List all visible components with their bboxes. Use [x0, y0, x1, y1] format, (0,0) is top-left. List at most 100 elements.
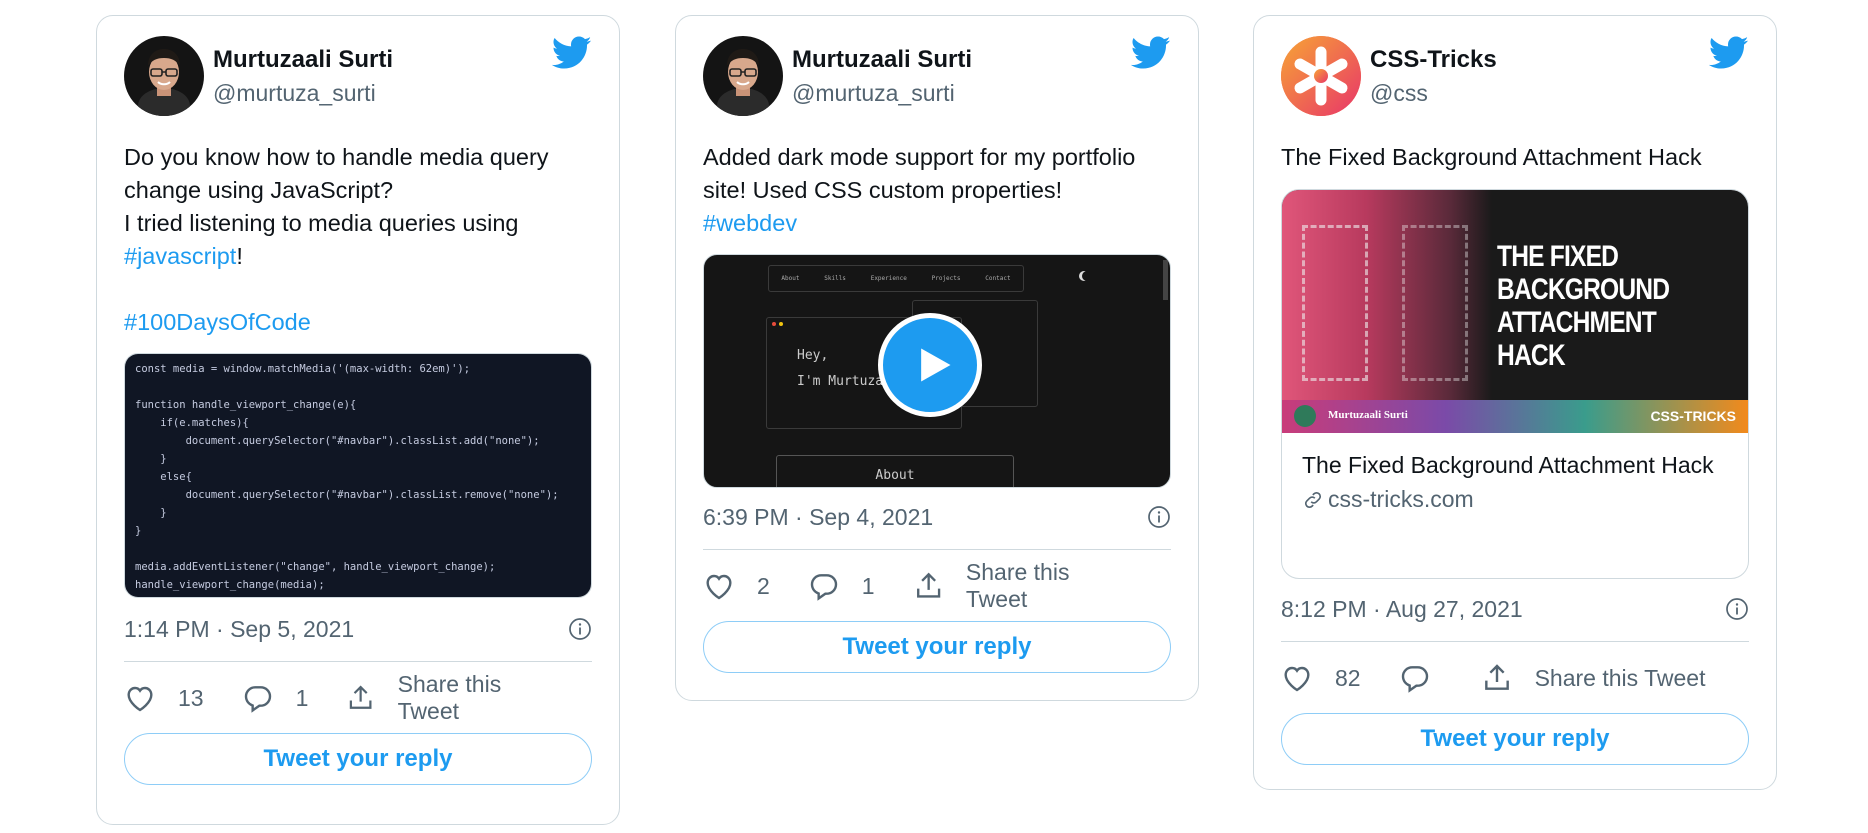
like-count: 82	[1335, 664, 1361, 691]
info-icon[interactable]	[568, 617, 592, 641]
share-button[interactable]: Share this Tweet	[1481, 662, 1706, 694]
video-hey-text: Hey,	[797, 348, 829, 363]
moon-icon	[1082, 271, 1092, 281]
tweet-card-3[interactable]: CSS-Tricks @css The Fixed Background Att…	[1253, 15, 1777, 790]
link-card[interactable]: THE FIXED BACKGROUND ATTACHMENT HACK Mur…	[1281, 189, 1749, 579]
image-headline-line: THE FIXED	[1497, 240, 1619, 273]
share-icon	[913, 570, 944, 602]
avatar[interactable]	[1281, 36, 1361, 116]
code-line: }	[135, 453, 167, 465]
avatar[interactable]	[124, 36, 204, 116]
video-name-text: I'm Murtuza	[797, 374, 884, 389]
link-card-title[interactable]: The Fixed Background Attachment Hack	[1282, 449, 1748, 482]
reply-bubble-icon	[808, 570, 840, 602]
video-about-button: About	[776, 455, 1014, 487]
css-tricks-star-icon	[1281, 36, 1361, 116]
image-headline-line: BACKGROUND	[1497, 273, 1670, 306]
author-handle[interactable]: @murtuza_surti	[792, 78, 972, 108]
author-handle[interactable]: @murtuza_surti	[213, 78, 393, 108]
like-button[interactable]: 13	[124, 682, 204, 714]
video-nav-item: Skills	[824, 275, 846, 282]
image-headline: THE FIXED BACKGROUND ATTACHMENT HACK	[1497, 240, 1703, 372]
link-icon	[1304, 491, 1322, 508]
reply-count: 1	[861, 572, 875, 599]
divider	[124, 661, 592, 662]
image-brand-text: CSS-TRICKS	[1650, 408, 1736, 424]
code-line: media.addEventListener("change", handle_…	[135, 561, 496, 573]
code-line: else{	[135, 471, 192, 483]
tweet-reply-button[interactable]: Tweet your reply	[703, 621, 1171, 673]
share-button[interactable]: Share this Tweet	[913, 559, 1133, 613]
link-card-image: THE FIXED BACKGROUND ATTACHMENT HACK Mur…	[1282, 190, 1748, 433]
twitter-bird-icon[interactable]	[552, 36, 592, 70]
link-card-domain[interactable]: css-tricks.com	[1282, 486, 1748, 513]
author-handle[interactable]: @css	[1370, 78, 1497, 108]
code-line: const media = window.matchMedia('(max-wi…	[135, 363, 471, 375]
twitter-bird-icon[interactable]	[1131, 36, 1171, 70]
tweet-text: Added dark mode support for my portfolio…	[703, 141, 1171, 240]
hashtag-link[interactable]: #javascript	[124, 243, 236, 269]
reply-count-button[interactable]: 1	[242, 682, 309, 714]
tweet-reply-button[interactable]: Tweet your reply	[124, 733, 592, 785]
tweet-body: Do you know how to handle media query ch…	[124, 144, 549, 236]
author-badge-icon	[1294, 405, 1316, 427]
image-frame	[1302, 225, 1368, 381]
code-line: document.querySelector("#navbar").classL…	[135, 435, 540, 447]
timestamp[interactable]: 8:12 PM · Aug 27, 2021	[1281, 596, 1523, 623]
code-line: }	[135, 507, 167, 519]
like-button[interactable]: 2	[703, 570, 770, 602]
divider	[1281, 641, 1749, 642]
share-label: Share this Tweet	[397, 671, 502, 724]
share-button[interactable]: Share this Tweet	[346, 671, 554, 725]
tweet-text: The Fixed Background Attachment Hack	[1281, 144, 1702, 170]
author-name[interactable]: Murtuzaali Surti	[792, 45, 972, 75]
like-count: 2	[757, 572, 770, 599]
video-player[interactable]: About Skills Experience Projects Contact…	[703, 254, 1171, 488]
tweet-card-2[interactable]: Murtuzaali Surti @murtuza_surti Added da…	[675, 15, 1199, 701]
share-icon	[1481, 662, 1513, 694]
heart-icon	[703, 570, 735, 602]
hashtag-link[interactable]: #100DaysOfCode	[124, 309, 311, 335]
code-line: document.querySelector("#navbar").classL…	[135, 489, 559, 501]
image-headline-line: ATTACHMENT HACK	[1497, 306, 1657, 372]
link-card-domain-text: css-tricks.com	[1328, 486, 1474, 512]
timestamp[interactable]: 6:39 PM · Sep 4, 2021	[703, 504, 933, 531]
video-nav-item: Contact	[985, 275, 1011, 282]
info-icon[interactable]	[1725, 597, 1749, 621]
code-screenshot-image[interactable]: const media = window.matchMedia('(max-wi…	[124, 353, 592, 598]
video-nav-item: Experience	[870, 275, 907, 282]
timestamp[interactable]: 1:14 PM · Sep 5, 2021	[124, 616, 354, 643]
tweet-text-suffix: !	[236, 243, 243, 269]
tweet-card-1[interactable]: Murtuzaali Surti @murtuza_surti Do you k…	[96, 15, 620, 825]
window-dots	[772, 322, 776, 326]
tweet-text: Do you know how to handle media query ch…	[124, 141, 592, 339]
code-snippet: const media = window.matchMedia('(max-wi…	[125, 354, 591, 597]
hashtag-link[interactable]: #webdev	[703, 210, 797, 236]
play-icon	[921, 348, 951, 382]
avatar[interactable]	[703, 36, 783, 116]
reply-bubble-icon	[1399, 662, 1431, 694]
reply-count: 1	[295, 684, 309, 711]
author-name[interactable]: Murtuzaali Surti	[213, 45, 393, 75]
code-line: handle_viewport_change(media);	[135, 579, 325, 591]
heart-icon	[1281, 662, 1313, 694]
scrollbar[interactable]	[1163, 260, 1168, 300]
tweet-body: Added dark mode support for my portfolio…	[703, 144, 1142, 203]
image-footer-bar: Murtuzaali Surti CSS-TRICKS	[1282, 400, 1748, 433]
video-nav-item: About	[781, 275, 800, 282]
video-navbar: About Skills Experience Projects Contact	[768, 265, 1024, 292]
reply-button[interactable]	[1399, 662, 1443, 694]
like-count: 13	[178, 684, 204, 711]
share-label: Share this Tweet	[1534, 664, 1706, 691]
reply-bubble-icon	[242, 682, 274, 714]
like-button[interactable]: 82	[1281, 662, 1361, 694]
twitter-bird-icon[interactable]	[1709, 36, 1749, 70]
code-line: function handle_viewport_change(e){	[135, 399, 357, 411]
tweet-reply-button[interactable]: Tweet your reply	[1281, 713, 1749, 765]
reply-count-button[interactable]: 1	[808, 570, 875, 602]
play-button[interactable]	[878, 313, 982, 417]
author-name[interactable]: CSS-Tricks	[1370, 45, 1497, 75]
info-icon[interactable]	[1147, 505, 1171, 529]
